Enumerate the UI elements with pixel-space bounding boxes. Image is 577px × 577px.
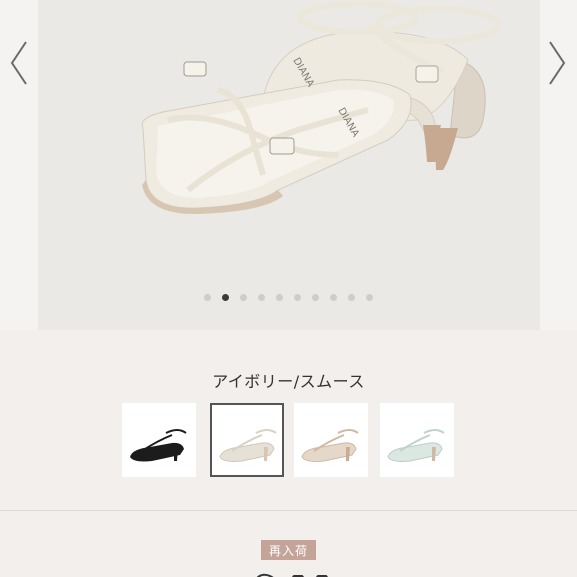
sandal-thumbnail	[130, 429, 187, 462]
section-divider	[0, 510, 577, 511]
pagination-dot[interactable]	[204, 294, 211, 301]
restock-badge: 再入荷	[261, 540, 316, 560]
brand-logo-partial	[230, 566, 350, 577]
previous-image-button[interactable]	[8, 38, 32, 88]
pagination-dot[interactable]	[348, 294, 355, 301]
product-image-gallery[interactable]: DIANA DIANA	[0, 0, 577, 330]
chevron-right-icon	[549, 41, 566, 85]
pagination-dot[interactable]	[294, 294, 301, 301]
next-image-button[interactable]	[544, 38, 568, 88]
sandal-illustration: DIANA DIANA	[141, 1, 501, 215]
sandal-thumbnail	[219, 429, 277, 462]
pagination-dot[interactable]	[240, 294, 247, 301]
pagination-dot[interactable]	[276, 294, 283, 301]
swatch-beige[interactable]	[294, 403, 368, 477]
swatch-ivory[interactable]	[210, 403, 284, 477]
pagination-dot[interactable]	[366, 294, 373, 301]
chevron-left-icon	[10, 41, 27, 85]
swatch-black[interactable]	[122, 403, 196, 477]
pagination-dot[interactable]	[330, 294, 337, 301]
swatch-mint[interactable]	[380, 403, 454, 477]
sandal-thumbnail	[301, 429, 359, 462]
sandal-thumbnail	[387, 429, 445, 462]
product-photo: DIANA DIANA	[38, 0, 540, 330]
pagination-dot[interactable]	[258, 294, 265, 301]
color-swatch-list	[122, 403, 462, 479]
gallery-pagination	[0, 294, 577, 304]
pagination-dot-active[interactable]	[222, 294, 229, 301]
pagination-dot[interactable]	[312, 294, 319, 301]
selected-color-label: アイボリー/スムース	[212, 372, 365, 391]
